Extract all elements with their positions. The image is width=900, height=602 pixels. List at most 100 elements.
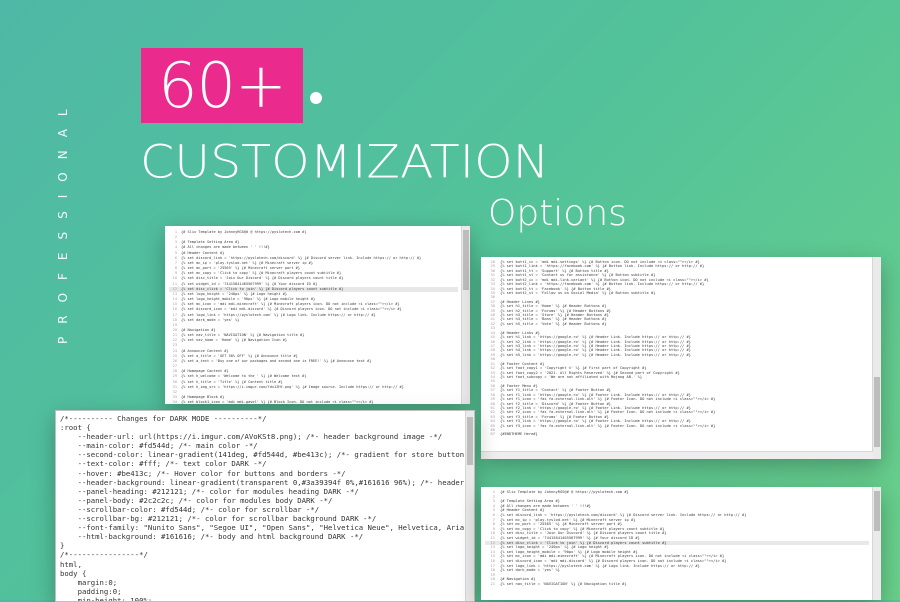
code-line: --scrollbar-color: #fd544d; /*- color fo… <box>60 505 464 514</box>
code-line: --panel-body: #2c2c2c; /*- color for mod… <box>60 496 464 505</box>
code-text: {% set mc_icon = 'mdi mdi-minecraft' %} … <box>181 302 400 307</box>
code-line: --main-color: #fd544d; /*- main color -*… <box>60 441 464 450</box>
count-badge: 60+ <box>141 48 303 123</box>
code-text: {% set h2_title = 'Forums' %} {# Header … <box>500 308 612 313</box>
code-text: {% set logo_height = '240px' %} {# Logo … <box>181 291 288 296</box>
code-text: {% set disc_click = 'Click to join' %} {… <box>181 286 344 291</box>
code-text: {# Homepage Block #} <box>181 395 225 399</box>
scrollbar[interactable] <box>461 226 470 404</box>
code-text: min-height: 100%; <box>60 595 153 602</box>
code-text: {% set butt2_tt = 'Facebook' %} {# Butto… <box>500 286 612 291</box>
code-text: --panel-heading: #212121; /*- color for … <box>60 486 359 496</box>
code-body: 28 {% set butt1_ic = 'mdi mdi-settings' %… <box>481 257 881 441</box>
vertical-professional-label: PROFESSIONAL <box>56 96 70 344</box>
code-line: --hover: #be413c; /*- Hover color for bu… <box>60 469 464 478</box>
scrollbar[interactable] <box>465 411 474 601</box>
code-text: {# Homepage Content #} <box>181 369 229 374</box>
code-text: {% set discord_link = 'https://pyslotech… <box>181 255 422 260</box>
code-text: {% set discord_link = 'https://pyslotech… <box>500 512 747 517</box>
code-text: {% set dark_mode = 'yes' %} <box>500 568 560 573</box>
code-text: :root { <box>60 423 91 433</box>
code-text: {% set a_text = 'Buy one of our packages… <box>181 358 372 363</box>
code-text: --panel-body: #2c2c2c; /*- color for mod… <box>60 495 333 505</box>
code-text: /*----------------*/ <box>60 550 148 560</box>
code-text: {% set f3_icon = 'fas fa-external-link-a… <box>500 423 716 428</box>
code-panel-footer-config[interactable]: 28 {% set butt1_ic = 'mdi mdi-settings' %… <box>481 257 881 459</box>
code-text: {% set h1_link = 'https://google.ro' %} … <box>500 335 691 340</box>
scrollbar[interactable] <box>872 487 881 600</box>
code-text: --text-color: #fff; /*- text color DARK … <box>60 459 267 469</box>
code-line: padding:0; <box>60 587 464 596</box>
code-text: --html-background: #161616; /*- body and… <box>60 532 364 542</box>
code-text: {% set f3_title = 'Forums' %} {# Footer … <box>500 414 609 419</box>
code-text: margin:0; <box>60 577 118 587</box>
code-text: {% set h2_link = 'https://google.ro' %} … <box>500 339 691 344</box>
code-text: {% set mc_copy = 'Click to copy' %} {# M… <box>500 526 665 531</box>
code-line: --text-color: #fff; /*- text color DARK … <box>60 459 464 468</box>
code-text: --header-background: linear-gradient(tra… <box>77 477 464 487</box>
code-line: margin:0; <box>60 578 464 587</box>
code-text: {% set mc_ip = 'play.tyslod.net' %} {# M… <box>181 260 313 265</box>
code-text: {% set f1_title = 'Contact' %} {# Footer… <box>500 388 612 393</box>
code-line: html, <box>60 560 464 569</box>
code-text: {% set butt2_ic = 'mdi mdi-link-variant'… <box>500 277 709 282</box>
code-text: {# Header Lines #} <box>500 299 540 304</box>
code-line: --second-color: linear-gradient(141deg, … <box>60 450 464 459</box>
code-line: --scrollbar-bg: #212121; /*- color for s… <box>60 514 464 523</box>
code-text: {% set mc_port = '25565' %} {# Minecraft… <box>181 266 300 271</box>
code-text: {# Template Setting Area #} <box>181 240 240 245</box>
code-text: {% set butt1_tt = 'Support' %} {# Button… <box>500 268 609 273</box>
badge-dot <box>310 92 322 104</box>
code-text: {% set mc_port = '25565' %} {# Minecraft… <box>500 522 623 527</box>
code-text: {% set h1_title = 'Home' %} {# Header Bu… <box>500 304 607 309</box>
code-text: {% set nav_title = 'NAVIGATION' %} {# Na… <box>181 333 305 338</box>
code-panel-template-config-copy[interactable]: 1 {# Slix Template by JohnnyRGS@# @ https… <box>481 487 881 600</box>
code-line: } <box>60 541 464 550</box>
code-line: body { <box>60 569 464 578</box>
code-text: --scrollbar-bg: #212121; /*- color for s… <box>60 514 377 524</box>
code-text: {% set nav_title = 'NAVIGATION' %} {# Na… <box>500 581 627 586</box>
code-text: {# Navigation #} <box>500 577 536 582</box>
code-line: min-height: 100%; <box>60 595 464 602</box>
code-text: {% set butt1_st = 'Contact us for assist… <box>500 273 656 278</box>
code-text: {% set butt2_link = 'https://facebook.co… <box>500 282 705 287</box>
horizontal-scrollbar[interactable] <box>481 451 873 459</box>
code-text: {% set block1_icon = 'mdi mdi-gavel' %} … <box>181 400 374 404</box>
code-text: {# Slix Template by JohnnyRGS@# @ https:… <box>181 230 307 234</box>
code-text: --scrollbar-color: #fd544d; /*- color fo… <box>60 504 320 514</box>
code-text: /*---------- Changes for DARK MODE -----… <box>60 414 267 423</box>
code-text: {% set disc_title = 'Join Our Discord' %… <box>181 276 344 281</box>
code-text: {% set h_img_src = 'https://i.imgur.com/… <box>181 384 404 389</box>
code-line: 34 {% set block1_icon = 'mdi mdi-gavel' %… <box>169 400 458 404</box>
code-line: --panel-heading: #212121; /*- color for … <box>60 487 464 496</box>
code-text: } <box>60 541 65 551</box>
code-line: /*----------------*/ <box>60 550 464 559</box>
code-text: {% set logo_link = 'https://pyslotech.co… <box>181 312 376 317</box>
code-panel-dark-mode-css[interactable]: /*---------- Changes for DARK MODE -----… <box>55 410 475 602</box>
code-text: {# Footer Menu #} <box>500 383 538 388</box>
code-text: {% set logo_link = 'https://pyslotech.co… <box>500 563 700 568</box>
line-number: 21 <box>490 581 495 586</box>
code-text: --hover: #be413c; /*- Hover color for bu… <box>60 468 346 478</box>
code-text: {% set logo_height_mobile = '90px' %} {#… <box>500 549 638 554</box>
code-text: {% set dark_mode = 'yes' %} <box>181 317 240 322</box>
code-text: {% set h3_title = 'Store' %} {# Header B… <box>500 313 609 318</box>
code-line: --header-url: url(https://i.imgur.com/AV… <box>60 432 464 441</box>
code-text: {% set logo_height = '240px' %} {# Logo … <box>500 545 609 550</box>
code-line: /*---------- Changes for DARK MODE -----… <box>60 414 464 423</box>
code-text: html, <box>60 559 82 569</box>
code-line: 21 {% set nav_title = 'NAVIGATION' %} {# … <box>485 582 869 587</box>
code-text: {% set f3_link = 'https://google.ro' %} … <box>500 419 691 424</box>
code-text: {# Header Content #} <box>500 508 545 513</box>
code-text: {% set f1_link = 'https://google.ro' %} … <box>500 392 691 397</box>
code-text: {% set discord_icon = 'mdi mdi-discord' … <box>500 558 727 563</box>
code-panel-template-config[interactable]: 1 {# Slix Template by JohnnyRGS@# @ https… <box>165 226 470 404</box>
code-text: body { <box>60 568 87 578</box>
code-text: {% set h5_title = 'Vote' %} {# Header Bu… <box>500 321 607 326</box>
code-text: {% set butt1_link = 'https://facebook.co… <box>500 264 705 269</box>
code-text: {% set h4_link = 'https://google.ro' %} … <box>500 348 691 353</box>
code-text: {# Header Content #} <box>181 250 225 255</box>
code-text: {% set a_title = 'GET 50% OFF' %} {# Ann… <box>181 353 298 358</box>
code-text: {% set h3_link = 'https://google.ro' %} … <box>500 344 691 349</box>
scrollbar[interactable] <box>872 257 881 459</box>
